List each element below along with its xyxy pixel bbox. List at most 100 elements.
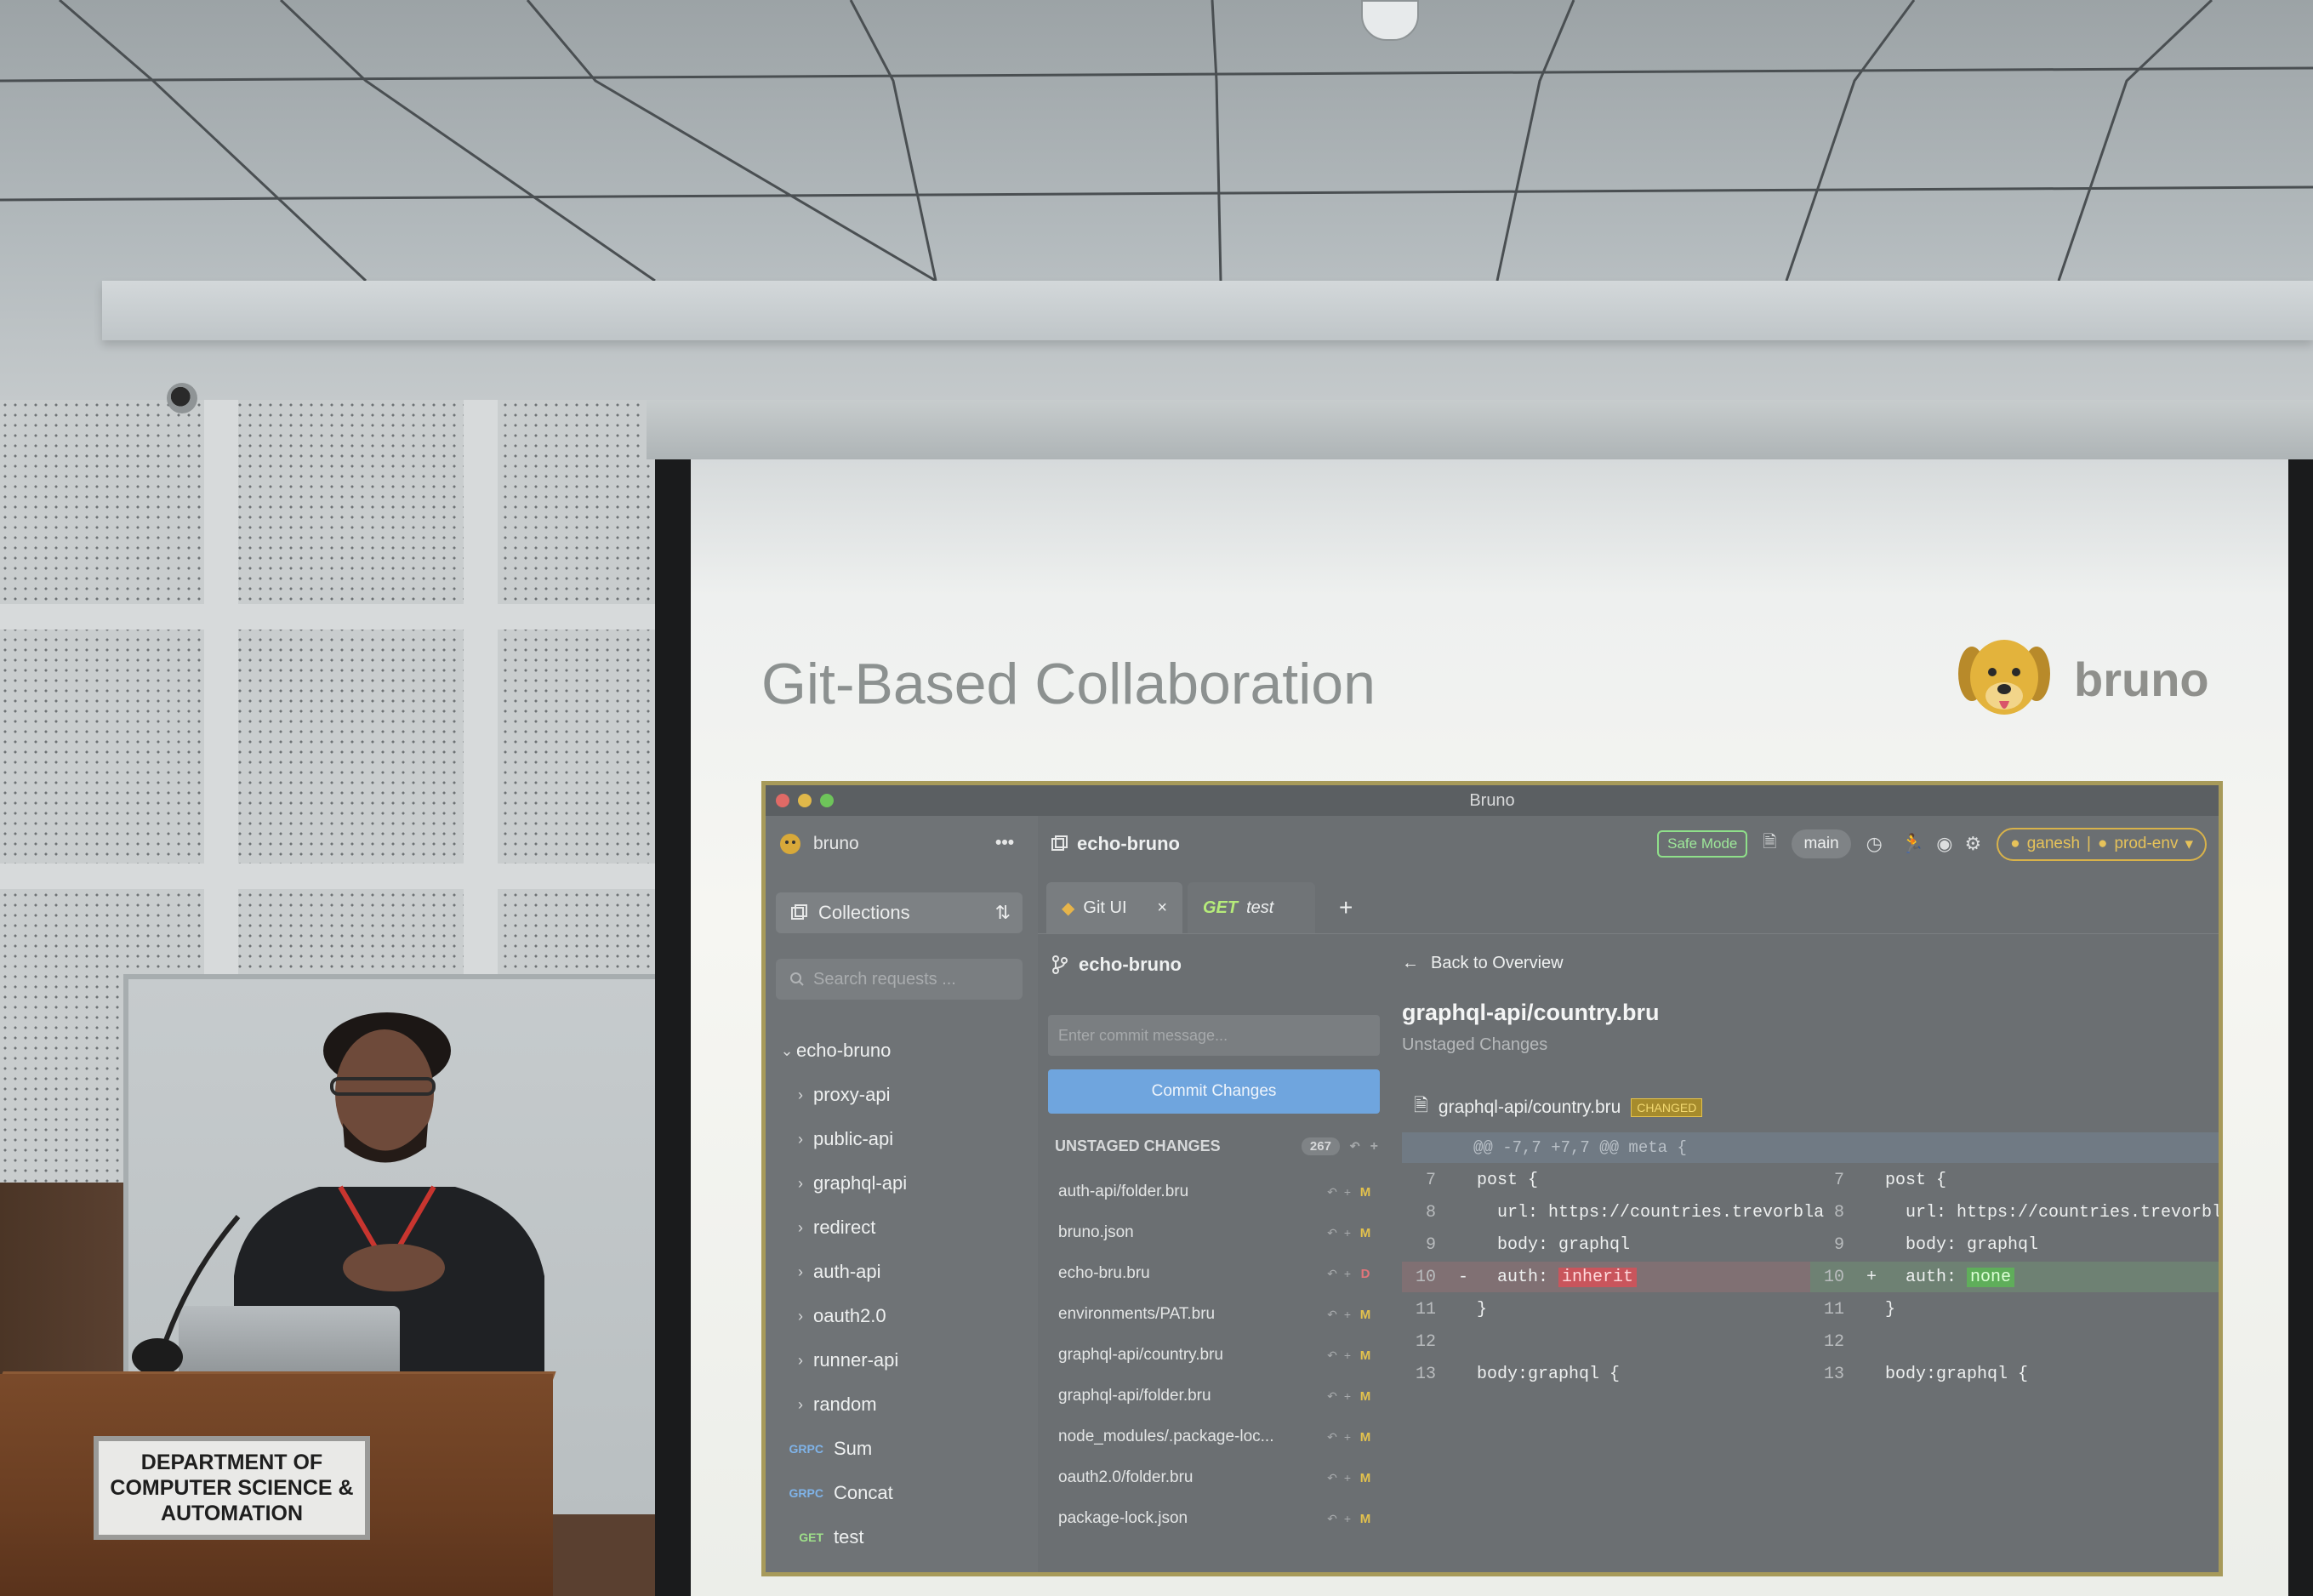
back-to-overview-link[interactable]: ← Back to Overview (1402, 954, 1564, 973)
unstaged-file-row[interactable]: echo-bru.bru ↶+ D (1058, 1253, 1373, 1294)
code-text: auth: (1477, 1267, 1559, 1287)
folder-label: redirect (813, 1217, 876, 1238)
folder-oauth2-0[interactable]: › oauth2.0 (778, 1294, 1033, 1338)
branch-button[interactable]: main (1792, 829, 1851, 858)
code-text: url: https://countries.trevorbla (1477, 1202, 1825, 1223)
bruno-dog-icon (1958, 640, 2050, 715)
folder-public-api[interactable]: › public-api (778, 1117, 1033, 1161)
code-text: url: https://countries.trevorbla (1885, 1202, 2223, 1223)
add-tab-button[interactable]: + (1324, 882, 1368, 933)
folder-runner-api[interactable]: › runner-api (778, 1338, 1033, 1382)
request-name: Concat (834, 1482, 893, 1503)
line-number: 8 (1833, 1202, 1844, 1223)
close-tab-icon[interactable]: × (1157, 898, 1167, 918)
diff-line: 9 body: graphql (1810, 1229, 2038, 1260)
line-number: 11 (1823, 1299, 1844, 1320)
history-icon[interactable]: ◷ (1866, 833, 1883, 855)
file-actions-icon[interactable]: ↶+ (1327, 1267, 1358, 1281)
discard-all-icon[interactable]: ↶ (1350, 1139, 1360, 1154)
file-name: bruno.json (1058, 1223, 1134, 1241)
settings-icon[interactable]: ⚙ (1964, 833, 1981, 855)
folder-graphql-api[interactable]: › graphql-api (778, 1161, 1033, 1206)
chevron-down-icon: ▾ (2185, 835, 2193, 853)
sort-icon[interactable]: ⇅ (995, 902, 1011, 924)
diff-line: 7 post { (1402, 1165, 1538, 1195)
file-actions-icon[interactable]: ↶+ (1327, 1308, 1358, 1322)
folder-random[interactable]: › random (778, 1382, 1033, 1427)
git-panel: echo-bruno Enter commit message... Commi… (1038, 935, 1387, 1572)
runner-icon[interactable]: 🏃 (1901, 833, 1924, 855)
file-actions-icon[interactable]: ↶+ (1327, 1389, 1358, 1404)
tab-bar: ◆ Git UI × GET test + (1038, 872, 2219, 934)
line-number: 10 (1415, 1267, 1436, 1287)
diff-file-title: graphql-api/country.bru (1402, 1000, 1660, 1025)
file-actions-icon[interactable]: ↶+ (1327, 1226, 1358, 1240)
line-number: 12 (1823, 1331, 1844, 1352)
unstaged-file-row[interactable]: graphql-api/folder.bru ↶+ M (1058, 1376, 1373, 1416)
file-name: auth-api/folder.bru (1058, 1183, 1189, 1200)
file-actions-icon[interactable]: ↶+ (1327, 1185, 1358, 1200)
commit-message-input[interactable]: Enter commit message... (1048, 1015, 1380, 1056)
commit-changes-button[interactable]: Commit Changes (1048, 1069, 1380, 1114)
chevron-right-icon: › (798, 1263, 803, 1280)
repo-name: echo-bruno (1079, 954, 1182, 975)
search-requests-input[interactable]: Search requests ... (776, 959, 1023, 1000)
request-name: test (834, 1526, 864, 1548)
sidebar-menu-button[interactable]: ••• (995, 833, 1014, 853)
tab-git-ui[interactable]: ◆ Git UI × (1046, 882, 1182, 933)
code-text: post { (1477, 1170, 1539, 1190)
line-number: 13 (1823, 1364, 1844, 1384)
diff-line: 13 body:graphql { (1810, 1359, 2028, 1389)
folder-redirect[interactable]: › redirect (778, 1206, 1033, 1250)
removed-token: inherit (1558, 1267, 1638, 1287)
line-number: 7 (1833, 1170, 1844, 1190)
request-test[interactable]: GET test (778, 1515, 1033, 1559)
diff-line: 7 post { (1810, 1165, 1946, 1195)
file-actions-icon[interactable]: ↶+ (1327, 1430, 1358, 1445)
diff-sign: + (1866, 1267, 1877, 1287)
stage-all-icon[interactable]: + (1370, 1139, 1378, 1154)
collections-button[interactable]: Collections ⇅ (776, 892, 1023, 933)
microphone-icon (132, 1215, 241, 1376)
unstaged-count: 267 (1301, 1137, 1340, 1155)
request-method: GET (799, 1530, 823, 1544)
added-token: none (1967, 1267, 2015, 1287)
changed-badge: CHANGED (1631, 1098, 1703, 1117)
unstaged-file-row[interactable]: node_modules/.package-loc... ↶+ M (1058, 1416, 1373, 1457)
safe-mode-button[interactable]: Safe Mode (1657, 830, 1748, 858)
tab-get-test[interactable]: GET test (1188, 882, 1315, 933)
ceiling-beam (102, 281, 2313, 340)
file-name: package-lock.json (1058, 1509, 1188, 1527)
unstaged-file-row[interactable]: auth-api/folder.bru ↶+ M (1058, 1171, 1373, 1212)
file-icon[interactable]: 🗎 (1763, 829, 1776, 858)
diff-file-header: 🗎 graphql-api/country.bru CHANGED (1402, 1088, 2219, 1127)
environment-selector[interactable]: ● ganesh | ● prod-env ▾ (1997, 827, 2207, 861)
brand-name: bruno (2074, 652, 2209, 706)
request-sum[interactable]: GRPC Sum (778, 1427, 1033, 1471)
diff-line: 11} (1402, 1294, 1487, 1325)
line-number: 8 (1425, 1202, 1436, 1223)
tab-label: test (1246, 898, 1274, 917)
file-status: M (1359, 1307, 1371, 1322)
env-name: prod-env (2114, 835, 2179, 852)
unstaged-file-row[interactable]: environments/PAT.bru ↶+ M (1058, 1294, 1373, 1335)
unstaged-file-row[interactable]: package-lock.json ↶+ M (1058, 1498, 1373, 1539)
unstaged-file-row[interactable]: graphql-api/country.bru ↶+ M (1058, 1335, 1373, 1376)
file-actions-icon[interactable]: ↶+ (1327, 1512, 1358, 1526)
request-concat[interactable]: GRPC Concat (778, 1471, 1033, 1515)
diff-line: 8 url: https://countries.trevorbla (1810, 1197, 2223, 1228)
file-actions-icon[interactable]: ↶+ (1327, 1471, 1358, 1485)
eye-icon[interactable]: ◉ (1936, 833, 1952, 855)
folder-proxy-api[interactable]: › proxy-api (778, 1073, 1033, 1117)
file-name: graphql-api/folder.bru (1058, 1387, 1211, 1405)
unstaged-file-row[interactable]: oauth2.0/folder.bru ↶+ M (1058, 1457, 1373, 1498)
file-status: M (1359, 1429, 1371, 1445)
commit-placeholder: Enter commit message... (1058, 1026, 1228, 1044)
file-actions-icon[interactable]: ↶+ (1327, 1348, 1358, 1363)
chevron-down-icon: ⌄ (780, 1041, 794, 1059)
folder-auth-api[interactable]: › auth-api (778, 1250, 1033, 1294)
collection-echo-bruno[interactable]: ⌄ echo-bruno (778, 1029, 1033, 1073)
unstaged-file-row[interactable]: bruno.json ↶+ M (1058, 1212, 1373, 1253)
folder-label: random (813, 1394, 877, 1415)
collections-label: Collections (818, 902, 910, 923)
